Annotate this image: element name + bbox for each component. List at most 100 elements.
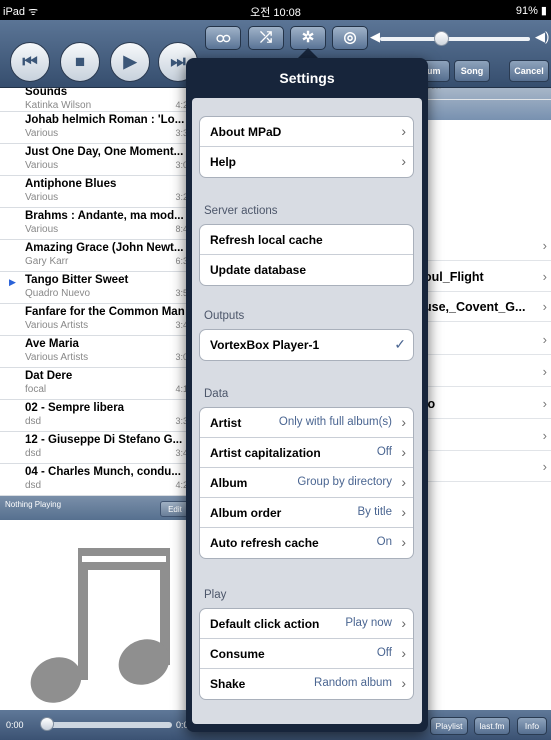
settings-cell[interactable]: About MPaD › [200,117,413,147]
progress-slider[interactable] [44,722,172,728]
settings-cell[interactable]: Shake Random album › [200,669,413,699]
chevron-right-icon: › [542,332,547,347]
library-row[interactable]: › [420,451,551,482]
library-row[interactable]: › [420,324,551,355]
settings-button[interactable]: ✲ [290,26,326,50]
cancel-button[interactable]: Cancel [509,60,549,82]
music-note-icon [30,548,170,703]
chevron-right-icon: › [542,299,547,314]
tab-song[interactable]: Song [454,60,490,82]
now-playing-indicator-icon: ▶ [9,277,16,287]
song-row[interactable]: 12 - Giuseppe Di Stefano G... dsd 3:4 [0,432,188,464]
song-artist: Various Artists [25,352,89,363]
settings-cell[interactable]: Album Group by directory › [200,468,413,498]
volume-slider[interactable] [380,37,530,41]
play-button[interactable]: ▶ [110,42,150,82]
song-row[interactable]: ▶ Tango Bitter Sweet Quadro Nuevo 3:5 [0,272,188,304]
library-row[interactable]: - AllegroZART [420,88,551,100]
chevron-right-icon: › [401,444,406,460]
song-row[interactable]: Brahms : Andante, ma mod... Various 8:4 [0,208,188,240]
song-row[interactable]: Sounds Katinka Wilson 4:2 [0,88,188,112]
lastfm-button[interactable]: last.fm [474,717,510,735]
song-row[interactable]: Dat Dere focal 4:1 [0,368,188,400]
settings-cell[interactable]: Default click action Play now › [200,609,413,639]
settings-title: Settings [279,70,335,86]
song-title: Ave Maria [25,338,79,350]
now-playing-bar: Nothing Playing Edit [0,496,190,520]
song-artist: Gary Karr [25,256,69,267]
settings-cell[interactable]: Update database [200,255,413,285]
song-row[interactable]: Ave Maria Various Artists 3:0 [0,336,188,368]
settings-cell-label: Help [210,155,237,169]
song-row[interactable]: Amazing Grace (John Newt... Gary Karr 6:3 [0,240,188,272]
chevron-right-icon: › [542,238,547,253]
song-title: Sounds [25,88,68,98]
shuffle-button[interactable]: ⤮ [248,26,284,50]
library-row[interactable]: › [420,230,551,261]
song-row[interactable]: Fanfare for the Common Man Various Artist… [0,304,188,336]
song-row[interactable]: Antiphone Blues Various 3:2 [0,176,188,208]
settings-cell-label: Artist capitalization [210,446,321,460]
settings-cell-value: By title [357,506,392,518]
settings-cell-label: Shake [210,677,246,691]
chevron-right-icon: › [401,534,406,550]
status-bar: iPad ᯤ 오전 10:08 91% ▮ [0,0,551,20]
settings-cell-value: Random album [314,677,392,689]
chevron-right-icon: › [542,269,547,284]
chevron-right-icon: › [401,414,406,430]
settings-cell[interactable]: Artist Only with full album(s) › [200,408,413,438]
settings-cell[interactable]: Help › [200,147,413,177]
settings-cell[interactable]: VortexBox Player-1 ✓ [200,330,413,360]
song-artist: dsd [25,448,42,459]
settings-cell-label: Refresh local cache [210,233,323,247]
chevron-right-icon: › [401,153,406,169]
library-row[interactable]: io › [420,388,551,419]
output-icon: ◎ [343,29,357,46]
song-title: Johab helmich Roman : 'Lo... [25,114,185,126]
gear-icon: ✲ [301,29,315,46]
chevron-right-icon: › [542,364,547,379]
volume-slider-knob[interactable] [434,31,449,46]
previous-button[interactable]: ⏮ [10,42,50,82]
settings-cell-value: Off [376,446,392,458]
song-row[interactable]: 04 - Charles Munch, condu... dsd 4:2 [0,464,188,496]
chevron-right-icon: › [542,459,547,474]
library-row-title: use,_Covent_G... [424,300,526,314]
song-row[interactable]: Just One Day, One Moment... Various 3:0 [0,144,188,176]
chevron-right-icon: › [401,645,406,661]
chevron-right-icon: › [401,504,406,520]
now-playing-status: Nothing Playing [5,500,62,509]
settings-cell[interactable]: Artist capitalization Off › [200,438,413,468]
battery-indicator: 91% ▮ [515,5,547,17]
song-row[interactable]: Johab helmich Roman : 'Lo... Various 3:3 [0,112,188,144]
library-row[interactable]: › [420,356,551,387]
song-row[interactable]: 02 - Sempre libera dsd 3:3 [0,400,188,432]
chevron-right-icon: › [401,675,406,691]
settings-cell-label: VortexBox Player-1 [210,338,320,352]
stop-button[interactable]: ■ [60,42,100,82]
song-artist: Various [25,192,59,203]
settings-cell[interactable]: Consume Off › [200,639,413,669]
library-row[interactable]: use,_Covent_G... › [420,291,551,322]
output-button[interactable]: ◎ [332,26,368,50]
song-artist: dsd [25,416,42,427]
progress-slider-knob[interactable] [40,717,54,731]
settings-cell[interactable]: Refresh local cache [200,225,413,255]
settings-group-play: Default click action Play now › Consume Off ›… [199,608,414,700]
playlist-button[interactable]: Playlist [430,717,468,735]
info-button[interactable]: Info [517,717,547,735]
repeat-button[interactable]: ထ [205,26,241,50]
song-title: Fanfare for the Common Man [25,306,185,318]
song-artist: Various Artists [25,320,89,331]
settings-cell[interactable]: Auto refresh cache On › [200,528,413,558]
song-title: Brahms : Andante, ma mod... [25,210,184,222]
settings-group-server: Refresh local cache Update database [199,224,414,286]
library-row[interactable]: › [420,420,551,451]
section-header-data: Data [204,388,229,400]
settings-cell-value: Group by directory [297,476,392,488]
settings-cell-value: On [376,536,392,548]
play-icon: ▶ [123,52,137,71]
settings-cell[interactable]: Album order By title › [200,498,413,528]
library-row[interactable]: oul_Flight › [420,261,551,292]
chevron-right-icon: › [401,615,406,631]
